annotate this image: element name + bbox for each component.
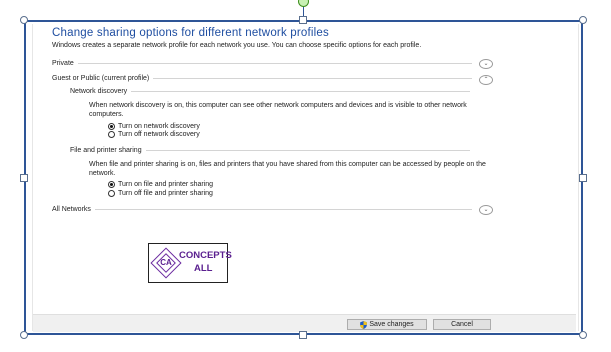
rotate-handle[interactable] [298, 0, 309, 7]
resize-handle-top[interactable] [299, 16, 307, 24]
picture-selection-frame [24, 20, 583, 335]
resize-handle-right[interactable] [579, 174, 587, 182]
resize-handle-bottom-left[interactable] [20, 331, 28, 339]
resize-handle-bottom[interactable] [299, 331, 307, 339]
resize-handle-left[interactable] [20, 174, 28, 182]
resize-handle-top-left[interactable] [20, 16, 28, 24]
resize-handle-top-right[interactable] [579, 16, 587, 24]
resize-handle-bottom-right[interactable] [579, 331, 587, 339]
